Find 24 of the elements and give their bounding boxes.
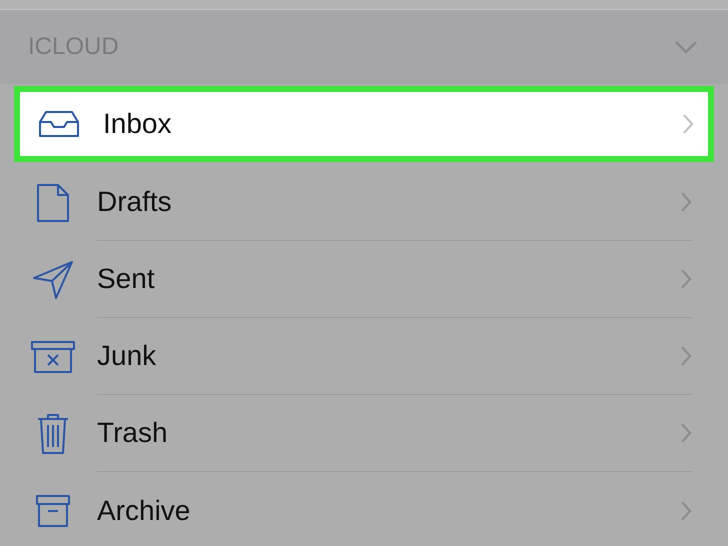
mailbox-label: Trash [97,416,168,450]
chevron-right-icon [682,113,694,135]
document-icon [36,182,70,222]
mailbox-label: Drafts [97,185,172,219]
mailbox-row[interactable]: Drafts [0,164,728,241]
paper-plane-icon [32,260,74,300]
archive-box-icon [35,494,71,528]
chevron-right-icon [680,345,692,367]
junk-box-icon [30,340,76,374]
tray-icon [38,110,80,138]
mailbox-row[interactable]: Trash [0,395,728,472]
mailbox-row[interactable]: Sent [0,241,728,318]
trash-icon [36,412,70,454]
mailbox-label: Sent [97,262,155,296]
chevron-right-icon [680,191,692,213]
mailbox-label: Archive [97,494,190,528]
mailbox-row[interactable]: Junk [0,318,728,395]
chevron-right-icon [680,422,692,444]
chevron-right-icon [680,500,692,522]
chevron-right-icon [680,268,692,290]
mailbox-label: Junk [97,339,156,373]
mailbox-label: Inbox [103,107,172,141]
highlighted-mailbox-row[interactable]: Inbox [14,86,714,162]
mailbox-row[interactable]: Archive [0,472,728,546]
